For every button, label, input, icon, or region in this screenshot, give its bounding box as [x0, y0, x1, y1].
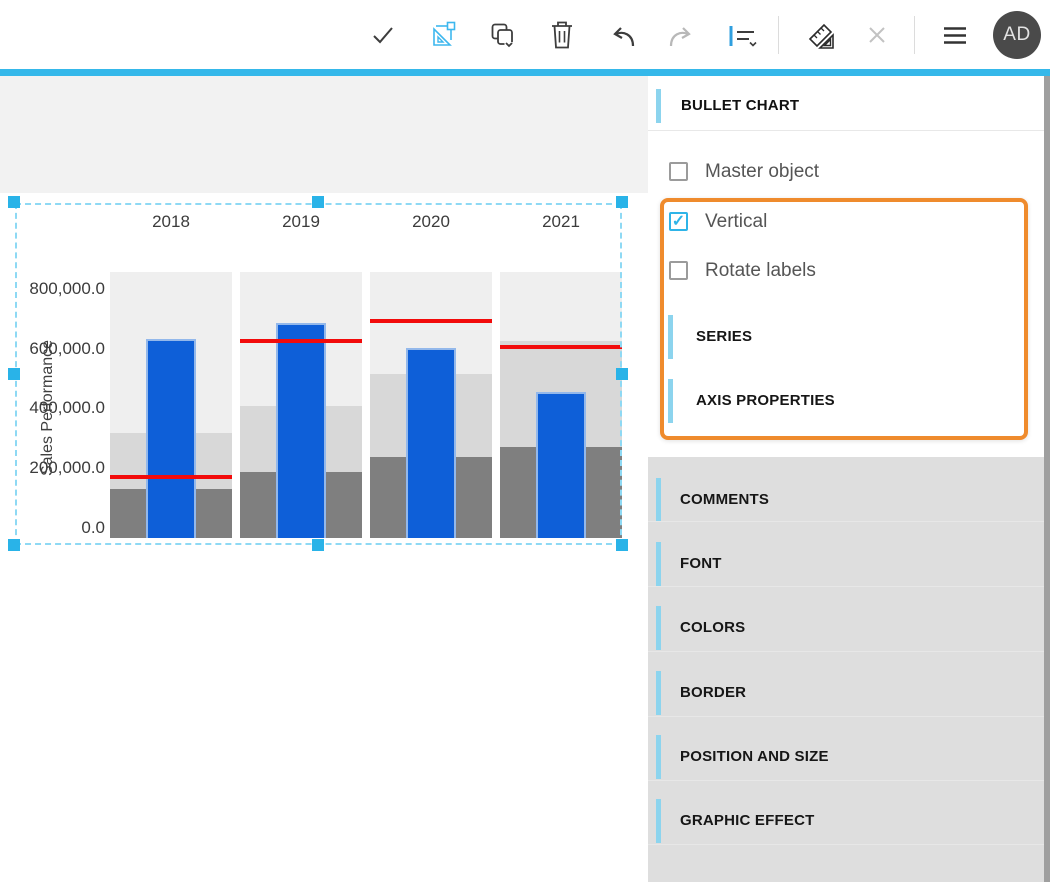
- app-accent-bar: [0, 69, 1050, 76]
- section-divider: [648, 521, 1044, 522]
- app-window: AD 2018 2019 2020 2021 0.0 200,000.0 400,000.0…: [0, 0, 1050, 882]
- y-tick-label: 800,000.0: [17, 278, 105, 300]
- y-axis-title: Sales Performance: [39, 308, 59, 508]
- section-graphic-effect[interactable]: GRAPHIC EFFECT: [680, 810, 814, 832]
- category-label: 2021: [521, 211, 601, 233]
- target-line[interactable]: [240, 339, 362, 343]
- panel-scrollbar[interactable]: [1044, 76, 1050, 882]
- panel-divider: [648, 130, 1044, 131]
- section-divider: [648, 844, 1044, 845]
- delete-button[interactable]: [540, 13, 584, 57]
- measure-bar[interactable]: [146, 339, 196, 538]
- measure-bar[interactable]: [406, 348, 456, 538]
- selection-handle-sw[interactable]: [8, 539, 20, 551]
- redo-button[interactable]: [658, 13, 702, 57]
- master-object-checkbox[interactable]: [669, 162, 688, 181]
- selection-handle-ne[interactable]: [616, 196, 628, 208]
- section-axis-properties[interactable]: AXIS PROPERTIES: [696, 390, 835, 412]
- graphic-effect-section-accent: [656, 799, 661, 843]
- axis-properties-section-accent: [668, 379, 673, 423]
- panel-title: BULLET CHART: [681, 97, 799, 114]
- section-border[interactable]: BORDER: [680, 682, 746, 704]
- undo-button[interactable]: [602, 13, 646, 57]
- canvas-top-strip: [0, 76, 648, 193]
- section-position-and-size[interactable]: POSITION AND SIZE: [680, 746, 829, 768]
- toolbar-separator: [778, 16, 779, 54]
- avatar-initials: AD: [1003, 24, 1030, 46]
- rotate-labels-label: Rotate labels: [705, 260, 816, 282]
- border-section-accent: [656, 671, 661, 715]
- position-and-size-section-accent: [656, 735, 661, 779]
- vertical-checkbox[interactable]: ✓: [669, 212, 688, 231]
- confirm-button[interactable]: [361, 13, 405, 57]
- selection-handle-w[interactable]: [8, 368, 20, 380]
- measure-bar[interactable]: [276, 323, 326, 538]
- toolbar: AD: [0, 0, 1050, 69]
- section-divider: [648, 780, 1044, 781]
- colors-section-accent: [656, 606, 661, 650]
- set-square-icon: [428, 20, 458, 50]
- selection-handle-nw[interactable]: [8, 196, 20, 208]
- chart-plot-area: [110, 272, 622, 538]
- y-tick-label: 0.0: [17, 517, 105, 539]
- target-line[interactable]: [110, 475, 232, 479]
- font-section-accent: [656, 542, 661, 586]
- menu-button[interactable]: [933, 13, 977, 57]
- ruler-button[interactable]: [799, 13, 843, 57]
- selection-handle-e[interactable]: [616, 368, 628, 380]
- align-icon: [725, 19, 759, 51]
- comments-section-accent: [656, 478, 661, 522]
- y-tick-label: 400,000.0: [17, 397, 105, 419]
- close-icon: [864, 22, 890, 48]
- category-label: 2018: [131, 211, 211, 233]
- avatar[interactable]: AD: [993, 11, 1041, 59]
- section-divider: [648, 651, 1044, 652]
- section-divider: [648, 586, 1044, 587]
- redo-icon: [664, 20, 696, 50]
- target-line[interactable]: [370, 319, 492, 323]
- bullet-chart-widget[interactable]: 2018 2019 2020 2021 0.0 200,000.0 400,000.0 600…: [15, 203, 622, 545]
- selection-handle-s[interactable]: [312, 539, 324, 551]
- edit-design-button[interactable]: [421, 13, 465, 57]
- trash-icon: [547, 19, 577, 51]
- undo-icon: [608, 20, 640, 50]
- check-icon: [369, 21, 397, 49]
- selection-handle-n[interactable]: [312, 196, 324, 208]
- toolbar-separator: [914, 16, 915, 54]
- section-divider: [648, 716, 1044, 717]
- category-label: 2020: [391, 211, 471, 233]
- measure-bar[interactable]: [536, 392, 586, 538]
- section-colors[interactable]: COLORS: [680, 617, 745, 639]
- vertical-label: Vertical: [705, 211, 767, 233]
- series-section-accent: [668, 315, 673, 359]
- close-button[interactable]: [855, 13, 899, 57]
- duplicate-icon: [487, 20, 517, 50]
- y-tick-label: 200,000.0: [17, 457, 105, 479]
- align-button[interactable]: [720, 13, 764, 57]
- section-series[interactable]: SERIES: [696, 326, 752, 348]
- duplicate-button[interactable]: [480, 13, 524, 57]
- sheet-canvas[interactable]: 2018 2019 2020 2021 0.0 200,000.0 400,000.0 600…: [0, 76, 648, 882]
- properties-panel: BULLET CHART Master object ✓ Vertical Ro…: [648, 76, 1050, 882]
- category-label: 2019: [261, 211, 341, 233]
- y-tick-label: 600,000.0: [17, 338, 105, 360]
- panel-title-accent: [656, 89, 661, 123]
- target-line[interactable]: [500, 345, 622, 349]
- section-font[interactable]: FONT: [680, 553, 722, 575]
- rotate-labels-checkbox[interactable]: [669, 261, 688, 280]
- collapsed-sections-zone: COMMENTS FONT COLORS BORDER POSITION AND…: [648, 457, 1050, 882]
- selection-handle-se[interactable]: [616, 539, 628, 551]
- section-comments[interactable]: COMMENTS: [680, 489, 769, 511]
- hamburger-icon: [940, 20, 970, 50]
- ruler-icon: [804, 19, 838, 51]
- master-object-label: Master object: [705, 161, 819, 183]
